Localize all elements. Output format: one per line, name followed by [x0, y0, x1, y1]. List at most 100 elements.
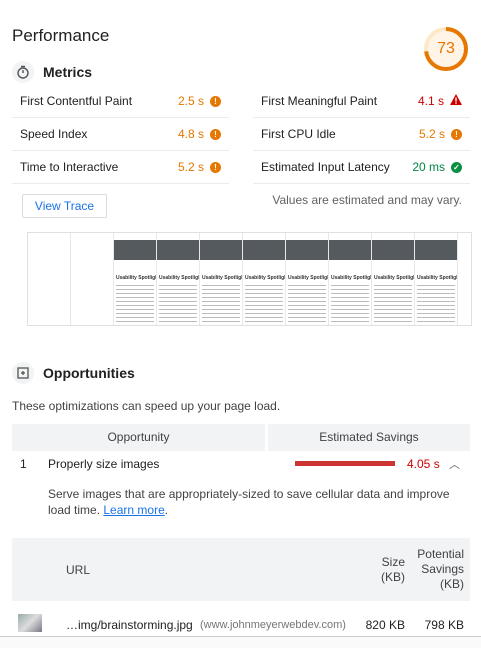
- page-title: Performance: [12, 26, 110, 45]
- image-thumbnail: [18, 614, 42, 632]
- view-trace-button[interactable]: View Trace: [22, 194, 107, 218]
- details-table-header: URL Size (KB) Potential Savings (KB): [12, 538, 470, 601]
- filmstrip-frame: Usability Spotlight: [243, 233, 286, 325]
- filmstrip-frame: Usability Spotlight: [157, 233, 200, 325]
- frame-title: Usability Spotlight: [288, 275, 329, 281]
- average-icon: !: [210, 95, 221, 107]
- filmstrip: Usability Spotlight Usability Spotlight Us…: [27, 232, 472, 326]
- frame-text-line: [374, 309, 412, 310]
- savings-bar: [295, 461, 395, 466]
- frame-text-line: [374, 305, 412, 306]
- frame-text-line: [245, 285, 283, 286]
- frame-text-line: [245, 309, 283, 310]
- frame-text-line: [245, 297, 283, 298]
- col-size: Size (KB): [381, 555, 405, 585]
- frame-text-line: [374, 289, 412, 290]
- metrics-disclaimer: Values are estimated and may vary.: [272, 193, 462, 207]
- frame-text-line: [331, 305, 369, 306]
- metric-name: Speed Index: [20, 127, 88, 141]
- frame-text-line: [159, 285, 197, 286]
- metric-value: 5.2 s: [418, 127, 445, 141]
- frame-text-line: [116, 293, 154, 294]
- frame-text-line: [116, 321, 154, 322]
- frame-text-line: [417, 313, 455, 314]
- performance-score: 73: [437, 40, 455, 57]
- resource-path: …img/brainstorming.jpg: [66, 618, 193, 632]
- frame-text-line: [159, 289, 197, 290]
- metric-value: 2.5 s: [177, 94, 204, 108]
- frame-text-line: [116, 309, 154, 310]
- frame-text-line: [288, 305, 326, 306]
- frame-text-line: [417, 289, 455, 290]
- detail-period: .: [164, 503, 169, 517]
- frame-text-line: [245, 317, 283, 318]
- frame-text-line: [116, 285, 154, 286]
- frame-text-line: [159, 321, 197, 322]
- frame-text-line: [202, 289, 240, 290]
- opportunities-heading: Opportunities: [12, 362, 135, 384]
- frame-text-line: [417, 321, 455, 322]
- col-size-line1: Size: [381, 555, 405, 569]
- frame-text-line: [288, 293, 326, 294]
- frame-text-line: [331, 313, 369, 314]
- filmstrip-frame: Usability Spotlight: [286, 233, 329, 325]
- filmstrip-frame: Usability Spotlight: [200, 233, 243, 325]
- frame-text-line: [116, 313, 154, 314]
- frame-text-line: [374, 293, 412, 294]
- frame-text-line: [116, 301, 154, 302]
- frame-title: Usability Spotlight: [159, 275, 200, 281]
- frame-text-line: [374, 285, 412, 286]
- frame-text-line: [331, 301, 369, 302]
- frame-header-bar: [200, 240, 242, 260]
- frame-header-bar: [243, 240, 285, 260]
- frame-text-line: [417, 293, 455, 294]
- frame-text-line: [288, 301, 326, 302]
- chevron-up-icon[interactable]: ︿: [449, 456, 460, 472]
- frame-text-line: [417, 297, 455, 298]
- metric-name: First Contentful Paint: [20, 94, 133, 108]
- frame-text-line: [288, 321, 326, 322]
- frame-text-line: [116, 305, 154, 306]
- resource-size: 820 KB: [365, 618, 405, 632]
- col-potential-line1: Potential: [417, 547, 464, 561]
- metric-first-meaningful-paint: First Meaningful Paint 4.1 s: [253, 85, 470, 118]
- frame-text-line: [417, 305, 455, 306]
- table-row: …img/brainstorming.jpg (www.johnmeyerweb…: [12, 610, 470, 636]
- col-opportunity: Opportunity: [12, 424, 265, 451]
- opportunity-number: 1: [20, 457, 27, 471]
- opportunity-savings: 4.05 s: [407, 457, 440, 471]
- frame-text-line: [374, 321, 412, 322]
- frame-text-line: [288, 297, 326, 298]
- frame-text-line: [374, 313, 412, 314]
- frame-text-line: [116, 289, 154, 290]
- frame-text-line: [202, 285, 240, 286]
- frame-text-line: [202, 313, 240, 314]
- frame-text-line: [245, 289, 283, 290]
- pass-check-icon: ✓: [451, 161, 462, 173]
- metric-first-contentful-paint: First Contentful Paint 2.5 s !: [12, 85, 229, 118]
- metric-value: 5.2 s: [177, 160, 204, 174]
- metric-estimated-input-latency: Estimated Input Latency 20 ms ✓: [253, 151, 470, 184]
- opportunity-row[interactable]: 1 Properly size images 4.05 s ︿: [12, 452, 470, 476]
- resource-host: (www.johnmeyerwebdev.com): [200, 619, 346, 631]
- metrics-grid: First Contentful Paint 2.5 s ! First Mea…: [12, 85, 470, 184]
- frame-text-line: [202, 321, 240, 322]
- frame-text-line: [288, 289, 326, 290]
- frame-header-bar: [157, 240, 199, 260]
- opportunities-heading-label: Opportunities: [43, 365, 135, 381]
- metric-value: 4.8 s: [177, 127, 204, 141]
- frame-text-line: [288, 313, 326, 314]
- opportunity-detail: Serve images that are appropriately-size…: [48, 486, 460, 518]
- frame-text-line: [417, 285, 455, 286]
- frame-text-line: [116, 297, 154, 298]
- frame-header-bar: [114, 240, 156, 260]
- frame-text-line: [159, 293, 197, 294]
- filmstrip-frame: Usability Spotlight: [329, 233, 372, 325]
- fail-triangle-icon: [450, 94, 462, 108]
- frame-text-line: [331, 317, 369, 318]
- col-estimated-savings: Estimated Savings: [268, 424, 470, 451]
- metric-name: First CPU Idle: [261, 127, 336, 141]
- average-icon: !: [451, 128, 462, 140]
- learn-more-link[interactable]: Learn more: [103, 503, 164, 517]
- filmstrip-frame: Usability Spotlight: [372, 233, 415, 325]
